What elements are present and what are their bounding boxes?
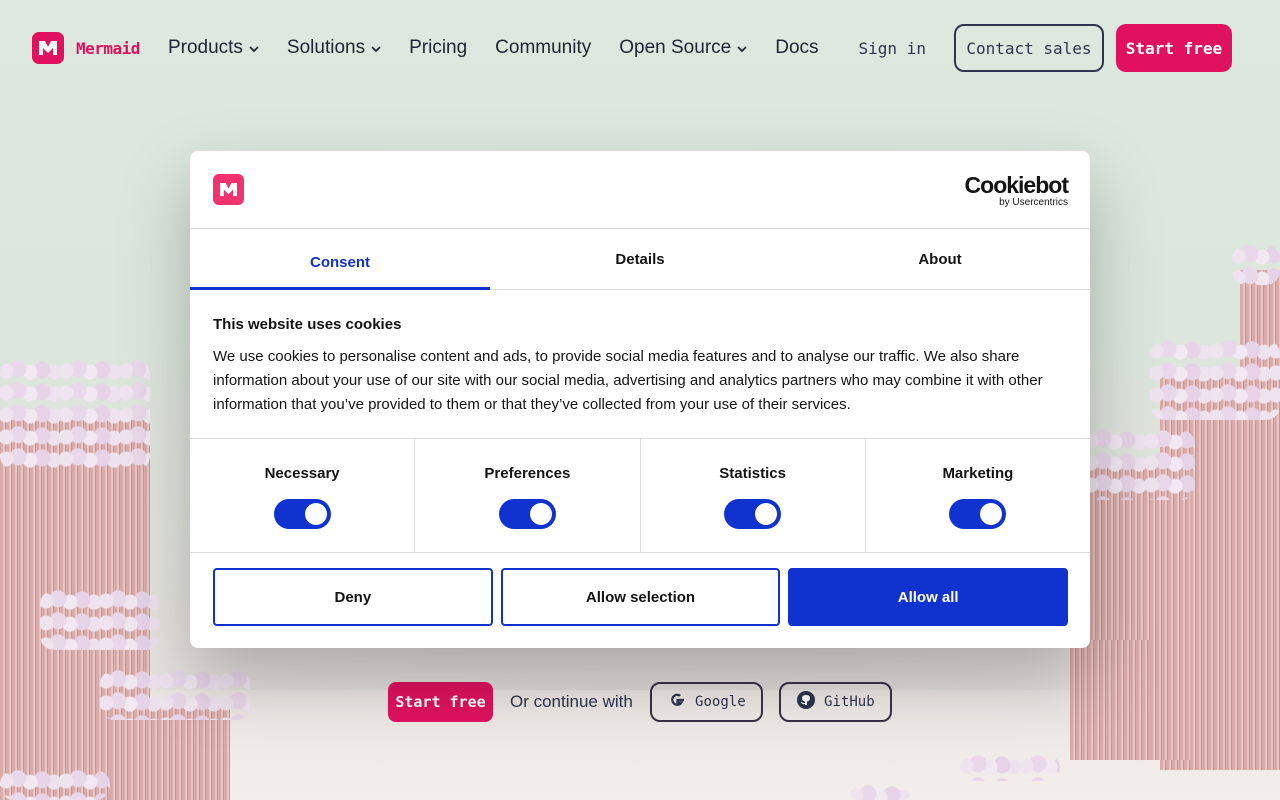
nav-pricing-label: Pricing bbox=[409, 37, 468, 58]
hero-cta-row: Start free Or continue with Google GitHu… bbox=[388, 682, 892, 722]
cookie-tabs: Consent Details About bbox=[190, 229, 1090, 290]
continue-with-label: Or continue with bbox=[510, 692, 633, 711]
toggle-cell-marketing: Marketing bbox=[866, 439, 1090, 552]
toggle-cell-preferences: Preferences bbox=[415, 439, 641, 552]
github-icon bbox=[796, 690, 816, 714]
toggle-label-necessary: Necessary bbox=[264, 465, 340, 482]
coral-cap bbox=[40, 590, 160, 650]
nav-solutions[interactable]: Solutions bbox=[287, 37, 381, 59]
continue-github-button[interactable]: GitHub bbox=[778, 682, 892, 722]
marketing-toggle[interactable] bbox=[949, 499, 1007, 529]
nav-products[interactable]: Products bbox=[168, 37, 259, 59]
coral-cap bbox=[1150, 340, 1280, 420]
google-label: Google bbox=[695, 694, 746, 710]
chevron-down-icon bbox=[249, 42, 259, 56]
nav-community-label: Community bbox=[495, 37, 592, 58]
toggle-knob bbox=[755, 503, 778, 525]
nav-docs-label: Docs bbox=[775, 37, 819, 58]
toggle-cell-statistics: Statistics bbox=[641, 439, 866, 552]
nav-pricing[interactable]: Pricing bbox=[409, 37, 467, 59]
top-navigation: Mermaid Products Solutions Pricing Commu… bbox=[0, 0, 1280, 96]
sign-in-link[interactable]: Sign in bbox=[859, 39, 926, 58]
allow-all-button[interactable]: Allow all bbox=[788, 568, 1069, 626]
contact-sales-button[interactable]: Contact sales bbox=[953, 24, 1104, 72]
toggle-knob bbox=[529, 503, 552, 525]
toggle-cell-necessary: Necessary bbox=[190, 439, 416, 552]
hero-start-free-button[interactable]: Start free bbox=[388, 682, 493, 722]
coral-cap bbox=[100, 670, 250, 720]
nav-open-source[interactable]: Open Source bbox=[619, 37, 747, 59]
nav-community[interactable]: Community bbox=[495, 37, 591, 59]
toggle-knob bbox=[980, 503, 1003, 525]
statistics-toggle[interactable] bbox=[724, 499, 782, 529]
toggle-knob bbox=[304, 503, 327, 525]
toggle-label-statistics: Statistics bbox=[719, 465, 786, 482]
nav-products-label: Products bbox=[167, 37, 243, 58]
toggle-label-preferences: Preferences bbox=[484, 465, 571, 482]
mermaid-logo-icon bbox=[32, 32, 64, 64]
necessary-toggle[interactable] bbox=[273, 499, 331, 529]
coral-cap bbox=[1232, 245, 1280, 285]
cookiebot-logo[interactable]: Cookiebot by Usercentrics bbox=[964, 172, 1069, 208]
allow-selection-button[interactable]: Allow selection bbox=[500, 568, 781, 626]
mermaid-logo-icon bbox=[213, 174, 244, 205]
cookiebot-wordmark: Cookiebot bbox=[964, 172, 1069, 198]
deny-button[interactable]: Deny bbox=[213, 568, 493, 626]
toggle-label-marketing: Marketing bbox=[942, 465, 1014, 482]
cookie-category-toggles: Necessary Preferences Statistics Marketi… bbox=[190, 439, 1090, 553]
cookie-dialog-description: We use cookies to personalise content an… bbox=[213, 348, 1043, 413]
coral-cap bbox=[960, 755, 1060, 781]
coral-cap bbox=[0, 360, 150, 470]
nav-docs[interactable]: Docs bbox=[775, 37, 818, 59]
cookie-dialog-title: This website uses cookies bbox=[213, 316, 402, 333]
github-label: GitHub bbox=[824, 694, 875, 710]
coral-cap bbox=[850, 785, 910, 800]
cookie-consent-dialog: Cookiebot by Usercentrics Consent Detail… bbox=[190, 151, 1090, 648]
coral-column bbox=[1070, 640, 1150, 760]
cookiebot-subtitle: by Usercentrics bbox=[999, 197, 1068, 208]
tab-details[interactable]: Details bbox=[490, 229, 790, 289]
coral-cap bbox=[1085, 430, 1195, 500]
tab-consent[interactable]: Consent bbox=[190, 229, 490, 290]
cookie-actions: Deny Allow selection Allow all bbox=[190, 553, 1090, 626]
start-free-button[interactable]: Start free bbox=[1115, 24, 1232, 72]
nav-solutions-label: Solutions bbox=[286, 37, 366, 58]
mermaid-logo-link[interactable]: Mermaid bbox=[32, 32, 140, 64]
continue-google-button[interactable]: Google bbox=[649, 682, 763, 722]
tab-about[interactable]: About bbox=[790, 229, 1090, 289]
preferences-toggle[interactable] bbox=[498, 499, 556, 529]
cookie-dialog-body: This website uses cookies We use cookies… bbox=[190, 290, 1090, 439]
chevron-down-icon bbox=[737, 42, 747, 56]
nav-open-source-label: Open Source bbox=[619, 37, 732, 58]
cookie-dialog-header: Cookiebot by Usercentrics bbox=[190, 151, 1090, 229]
logo-text: Mermaid bbox=[76, 38, 140, 58]
chevron-down-icon bbox=[371, 42, 381, 56]
google-icon bbox=[667, 690, 687, 714]
coral-cap bbox=[0, 770, 110, 800]
